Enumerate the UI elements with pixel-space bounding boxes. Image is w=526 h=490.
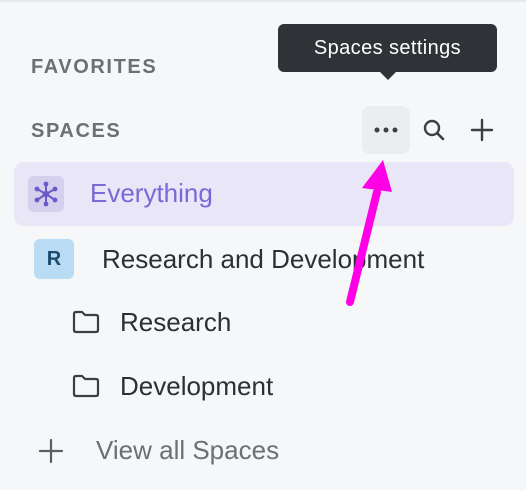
view-all-spaces-label: View all Spaces <box>96 435 280 465</box>
sidebar-item-everything[interactable]: Everything <box>14 162 514 226</box>
top-divider <box>0 0 526 2</box>
spaces-settings-button[interactable] <box>362 106 410 154</box>
search-spaces-button[interactable] <box>410 106 458 154</box>
sidebar-item-label: Everything <box>90 178 213 208</box>
folder-icon <box>72 372 100 400</box>
favorites-section-label: FAVORITES <box>31 56 158 78</box>
more-horizontal-icon <box>374 127 398 133</box>
view-all-spaces-button[interactable]: View all Spaces <box>38 430 438 472</box>
everything-icon <box>28 176 64 212</box>
spaces-section-label: SPACES <box>31 120 122 142</box>
sidebar-item-development[interactable]: Development <box>72 366 472 406</box>
space-avatar: R <box>34 239 74 279</box>
add-space-button[interactable] <box>458 106 506 154</box>
spaces-actions <box>362 106 506 154</box>
sidebar-item-label: Development <box>120 371 274 401</box>
plus-icon <box>38 438 64 464</box>
spaces-settings-tooltip: Spaces settings <box>278 24 497 72</box>
sidebar-item-research-and-development[interactable]: R Research and Development <box>34 236 504 282</box>
sidebar-item-research[interactable]: Research <box>72 302 472 342</box>
folder-icon <box>72 308 100 336</box>
sidebar-item-label: Research <box>120 307 232 337</box>
search-icon <box>423 119 445 141</box>
tooltip-pointer <box>380 72 396 80</box>
plus-icon <box>470 118 494 142</box>
sidebar-item-label: Research and Development <box>102 244 425 274</box>
